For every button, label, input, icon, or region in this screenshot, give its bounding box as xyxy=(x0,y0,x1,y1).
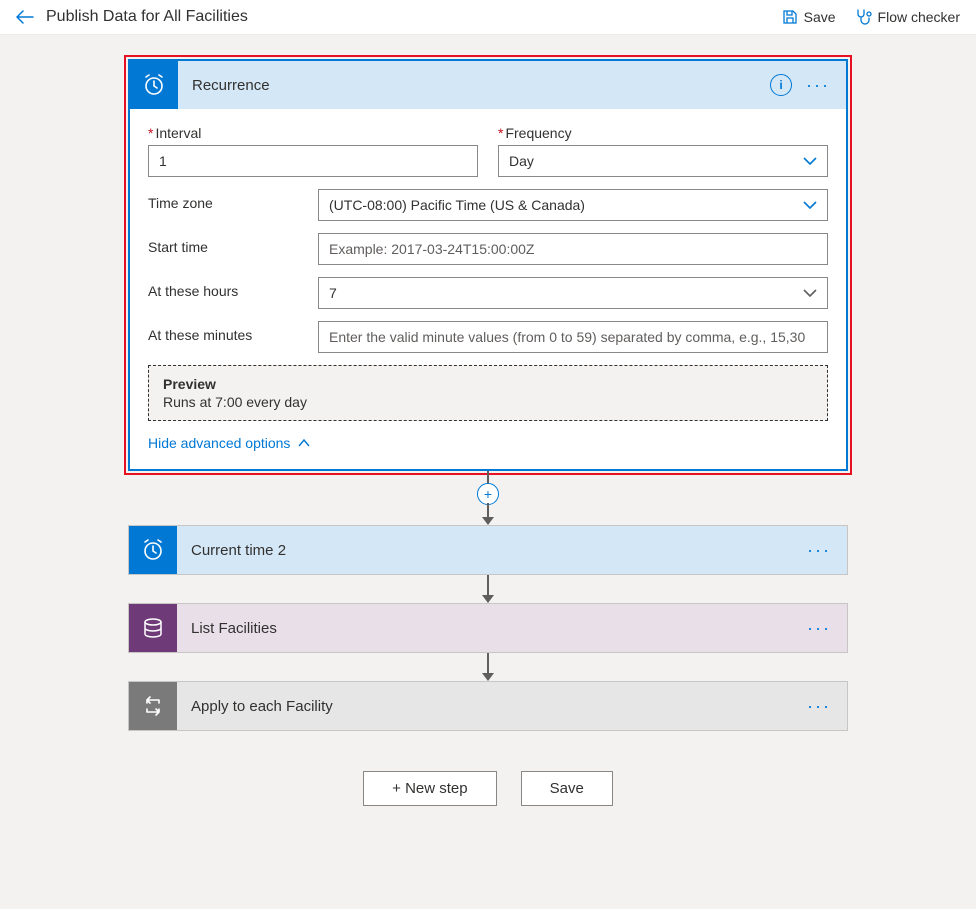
frequency-label: *Frequency xyxy=(498,125,828,141)
back-button[interactable] xyxy=(16,10,34,24)
preview-text: Runs at 7:00 every day xyxy=(163,394,813,410)
save-label: Save xyxy=(804,9,836,25)
recurrence-card[interactable]: Recurrence i ··· *Interval 1 *Frequency … xyxy=(128,59,848,471)
alarm-clock-icon xyxy=(140,537,166,563)
flow-checker-button[interactable]: Flow checker xyxy=(854,8,960,26)
hide-advanced-link[interactable]: Hide advanced options xyxy=(148,435,828,451)
apply-each-title: Apply to each Facility xyxy=(191,698,793,715)
hours-select[interactable]: 7 xyxy=(318,277,828,309)
new-step-button[interactable]: + New step xyxy=(363,771,496,806)
bottom-actions: + New step Save xyxy=(363,771,613,806)
connector: + xyxy=(477,471,499,525)
starttime-label: Start time xyxy=(148,239,298,255)
save-button-top[interactable]: Save xyxy=(782,9,836,25)
apply-each-more-icon[interactable]: ··· xyxy=(807,696,831,717)
stethoscope-icon xyxy=(854,8,872,26)
current-time-card[interactable]: Current time 2 ··· xyxy=(128,525,848,575)
flow-checker-label: Flow checker xyxy=(878,9,960,25)
minutes-input[interactable]: Enter the valid minute values (from 0 to… xyxy=(318,321,828,353)
recurrence-body: *Interval 1 *Frequency Day Time zone (UT… xyxy=(130,109,846,469)
loop-icon xyxy=(141,694,165,718)
recurrence-header[interactable]: Recurrence i ··· xyxy=(130,61,846,109)
connector xyxy=(482,575,494,603)
hours-label: At these hours xyxy=(148,283,298,299)
apply-each-header[interactable]: Apply to each Facility ··· xyxy=(129,682,847,730)
flow-title: Publish Data for All Facilities xyxy=(46,8,248,26)
apply-each-card[interactable]: Apply to each Facility ··· xyxy=(128,681,848,731)
recurrence-more-icon[interactable]: ··· xyxy=(806,75,830,96)
frequency-select[interactable]: Day xyxy=(498,145,828,177)
timezone-label: Time zone xyxy=(148,195,298,211)
current-time-header[interactable]: Current time 2 ··· xyxy=(129,526,847,574)
database-icon-box xyxy=(129,604,177,652)
preview-box: Preview Runs at 7:00 every day xyxy=(148,365,828,421)
database-icon xyxy=(141,616,165,640)
list-facilities-header[interactable]: List Facilities ··· xyxy=(129,604,847,652)
recurrence-title: Recurrence xyxy=(192,77,756,94)
add-step-button[interactable]: + xyxy=(477,483,499,505)
chevron-down-icon xyxy=(803,289,817,297)
flow-canvas: Recurrence i ··· *Interval 1 *Frequency … xyxy=(0,35,976,846)
timezone-select[interactable]: (UTC-08:00) Pacific Time (US & Canada) xyxy=(318,189,828,221)
clock-icon-box xyxy=(130,61,178,109)
chevron-up-icon xyxy=(298,439,310,447)
save-button-bottom[interactable]: Save xyxy=(521,771,613,806)
starttime-input[interactable]: Example: 2017-03-24T15:00:00Z xyxy=(318,233,828,265)
back-arrow-icon xyxy=(16,10,34,24)
info-icon[interactable]: i xyxy=(770,74,792,96)
alarm-clock-icon xyxy=(141,72,167,98)
loop-icon-box xyxy=(129,682,177,730)
minutes-label: At these minutes xyxy=(148,327,298,343)
clock-icon-box xyxy=(129,526,177,574)
list-facilities-card[interactable]: List Facilities ··· xyxy=(128,603,848,653)
current-time-more-icon[interactable]: ··· xyxy=(807,540,831,561)
save-icon xyxy=(782,9,798,25)
interval-input[interactable]: 1 xyxy=(148,145,478,177)
list-facilities-more-icon[interactable]: ··· xyxy=(807,618,831,639)
current-time-title: Current time 2 xyxy=(191,542,793,559)
list-facilities-title: List Facilities xyxy=(191,620,793,637)
topbar: Publish Data for All Facilities Save Flo… xyxy=(0,0,976,35)
chevron-down-icon xyxy=(803,201,817,209)
connector xyxy=(482,653,494,681)
interval-label: *Interval xyxy=(148,125,478,141)
chevron-down-icon xyxy=(803,157,817,165)
preview-title: Preview xyxy=(163,376,813,392)
